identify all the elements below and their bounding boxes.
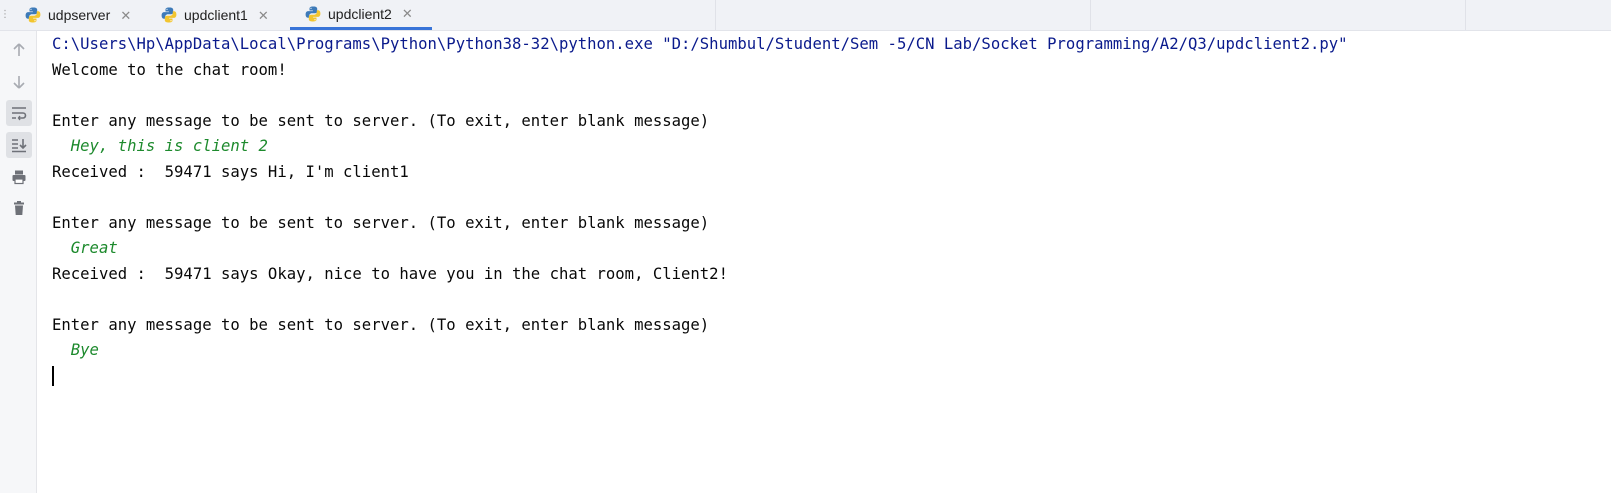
console-line-user-input: Bye xyxy=(52,341,99,359)
editor-tab-bar: ⋮ udpserver ✕ updclient1 ✕ updclient2 ✕ xyxy=(0,0,1611,31)
soft-wrap-icon xyxy=(12,107,27,121)
tab-label: updclient2 xyxy=(328,5,392,22)
console-line-output: Received : 59471 says Okay, nice to have… xyxy=(52,265,728,283)
close-tab-icon[interactable]: ✕ xyxy=(401,7,414,20)
scroll-to-end-button[interactable] xyxy=(6,132,32,158)
console-line-output: Enter any message to be sent to server. … xyxy=(52,112,710,130)
run-console[interactable]: C:\Users\Hp\AppData\Local\Programs\Pytho… xyxy=(52,31,1611,493)
tab-divider xyxy=(1090,0,1091,30)
soft-wrap-button[interactable] xyxy=(6,100,32,126)
console-toolbar xyxy=(0,31,37,493)
print-button[interactable] xyxy=(6,164,32,190)
console-line-output: Enter any message to be sent to server. … xyxy=(52,214,710,232)
tab-label: updclient1 xyxy=(184,7,248,23)
print-icon xyxy=(12,170,26,185)
scroll-to-end-icon xyxy=(12,139,27,153)
python-file-icon xyxy=(24,6,42,24)
close-tab-icon[interactable]: ✕ xyxy=(119,9,132,22)
tab-updclient2[interactable]: updclient2 ✕ xyxy=(290,0,432,30)
console-line-user-input: Great xyxy=(52,239,118,257)
tab-divider xyxy=(715,0,716,30)
console-line-user-input: Hey, this is client 2 xyxy=(52,137,268,155)
arrow-down-icon xyxy=(13,76,25,89)
console-line-command: C:\Users\Hp\AppData\Local\Programs\Pytho… xyxy=(52,35,1348,53)
next-occurrence-button[interactable] xyxy=(6,69,32,95)
arrow-up-icon xyxy=(13,43,25,56)
console-line-output: Enter any message to be sent to server. … xyxy=(52,316,710,334)
tab-label: udpserver xyxy=(48,7,111,23)
tab-bar-grip-icon: ⋮ xyxy=(0,9,10,20)
trash-icon xyxy=(14,201,24,215)
close-tab-icon[interactable]: ✕ xyxy=(257,9,270,22)
tab-divider xyxy=(1465,0,1466,30)
python-file-icon xyxy=(304,5,322,23)
clear-all-button[interactable] xyxy=(6,195,32,221)
tab-updclient1[interactable]: updclient1 ✕ xyxy=(160,0,274,30)
console-line-output: Received : 59471 says Hi, I'm client1 xyxy=(52,163,409,181)
tab-udpserver[interactable]: udpserver ✕ xyxy=(24,0,136,30)
previous-occurrence-button[interactable] xyxy=(6,37,32,63)
python-file-icon xyxy=(160,6,178,24)
console-line-output: Welcome to the chat room! xyxy=(52,61,287,79)
text-cursor[interactable] xyxy=(52,366,54,386)
